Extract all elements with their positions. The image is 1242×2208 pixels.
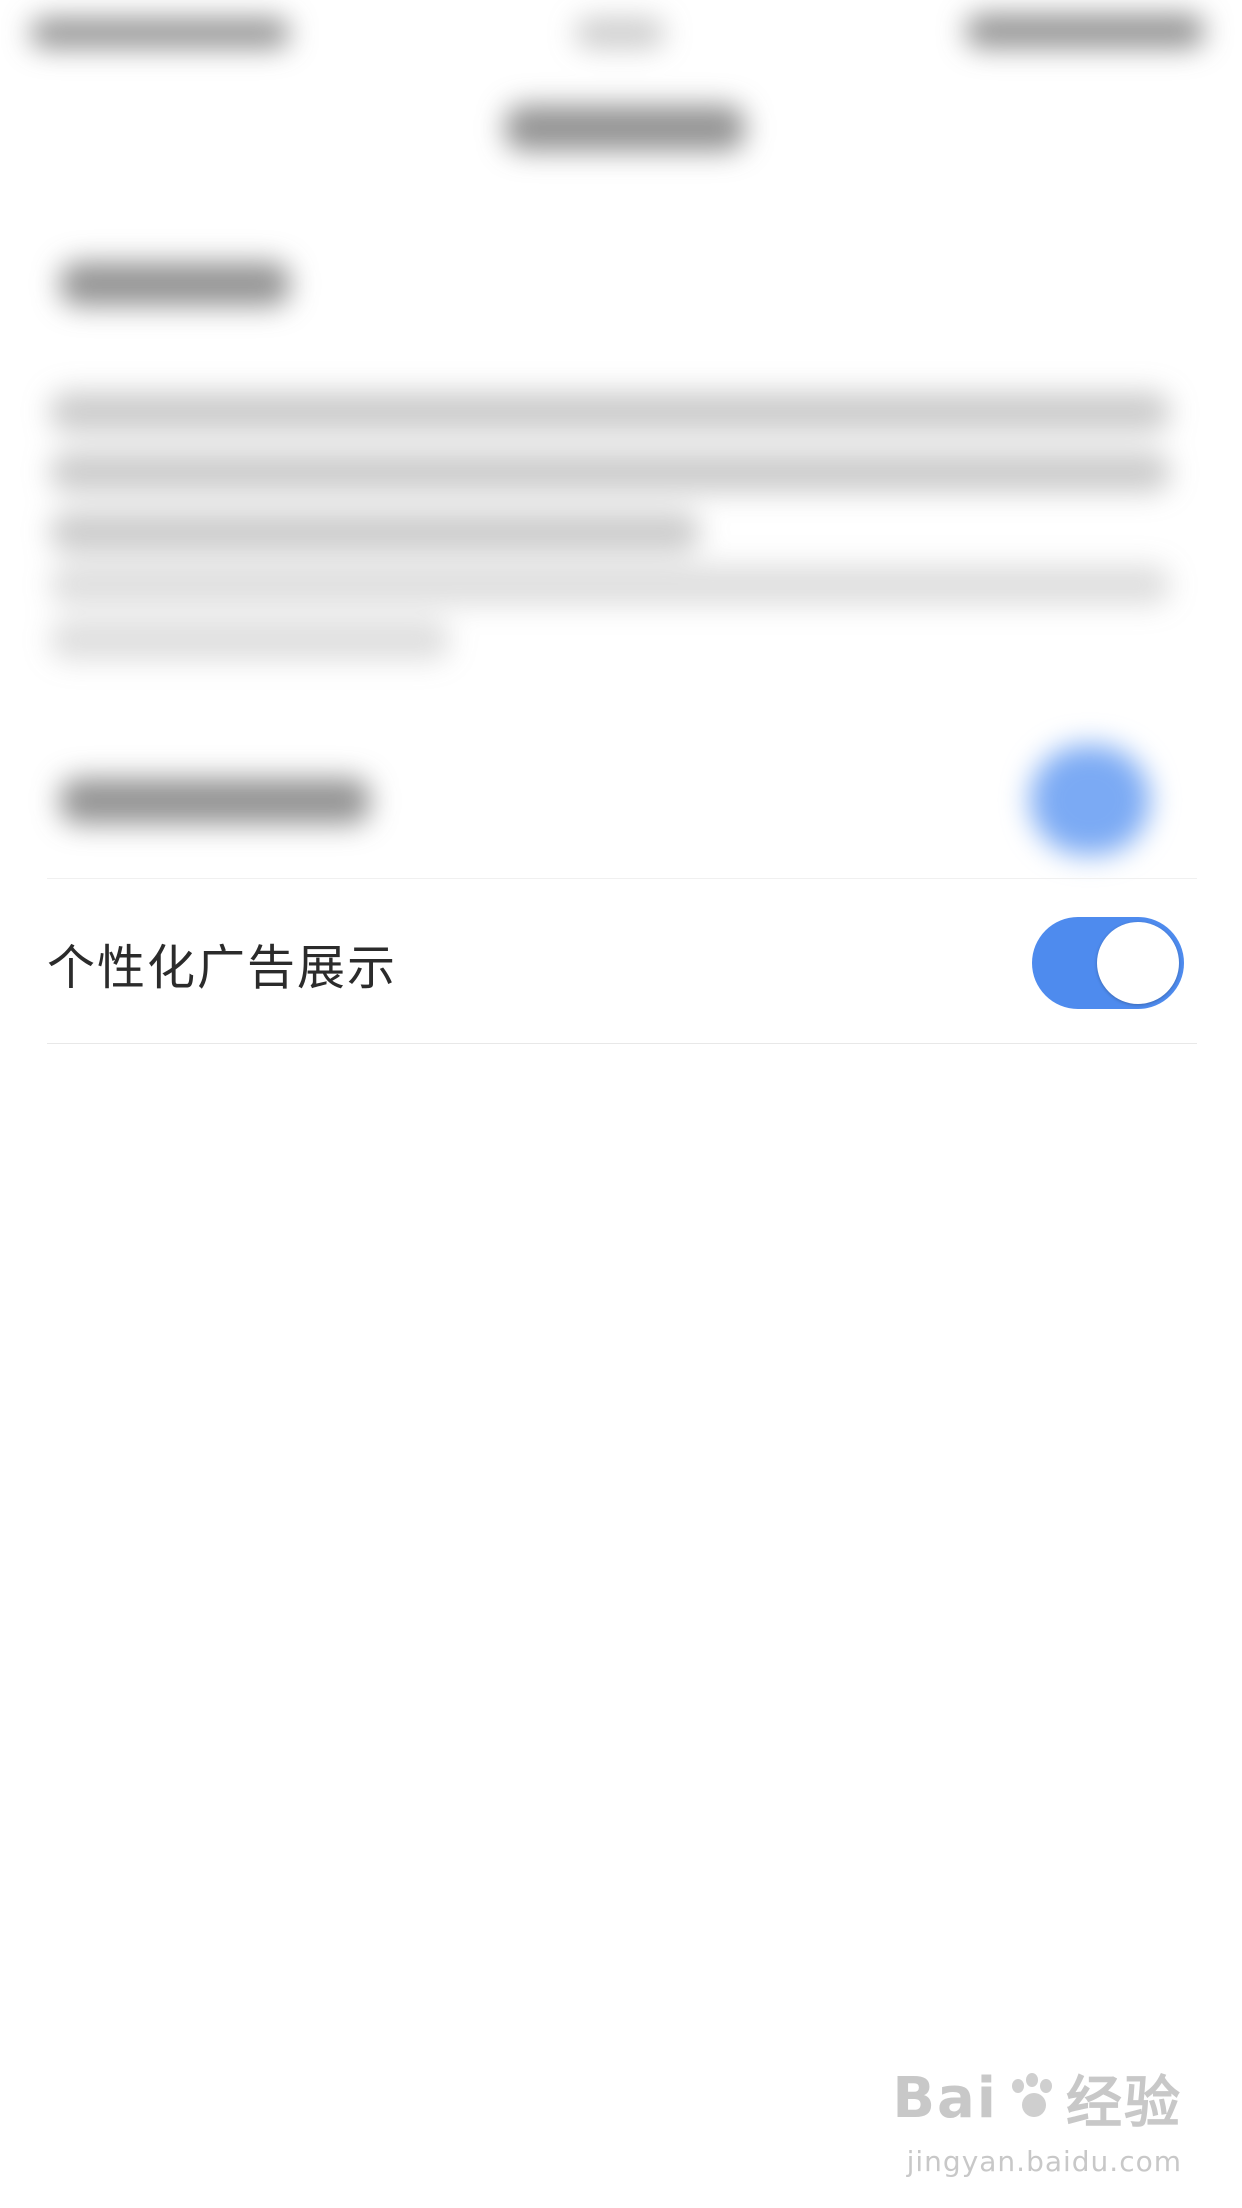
paw-icon [1004,2071,1060,2127]
watermark-logo-left: Bai [892,2066,998,2131]
watermark-logo: Bai 经验 [892,2058,1182,2139]
divider [47,878,1197,879]
personalized-ads-label: 个性化广告展示 [47,939,398,996]
toggle-knob [1097,921,1179,1004]
personalized-ads-toggle[interactable] [1032,916,1184,1009]
watermark: Bai 经验 jingyan.baidu.com [892,2058,1182,2178]
personalized-ads-row: 个性化广告展示 [47,882,1197,1044]
screen: 个性化广告展示 Bai 经验 jingyan.baidu.com [0,0,1242,2208]
watermark-url: jingyan.baidu.com [906,2145,1182,2178]
watermark-logo-right: 经验 [1066,2071,1182,2136]
blurred-content [0,0,1242,1000]
